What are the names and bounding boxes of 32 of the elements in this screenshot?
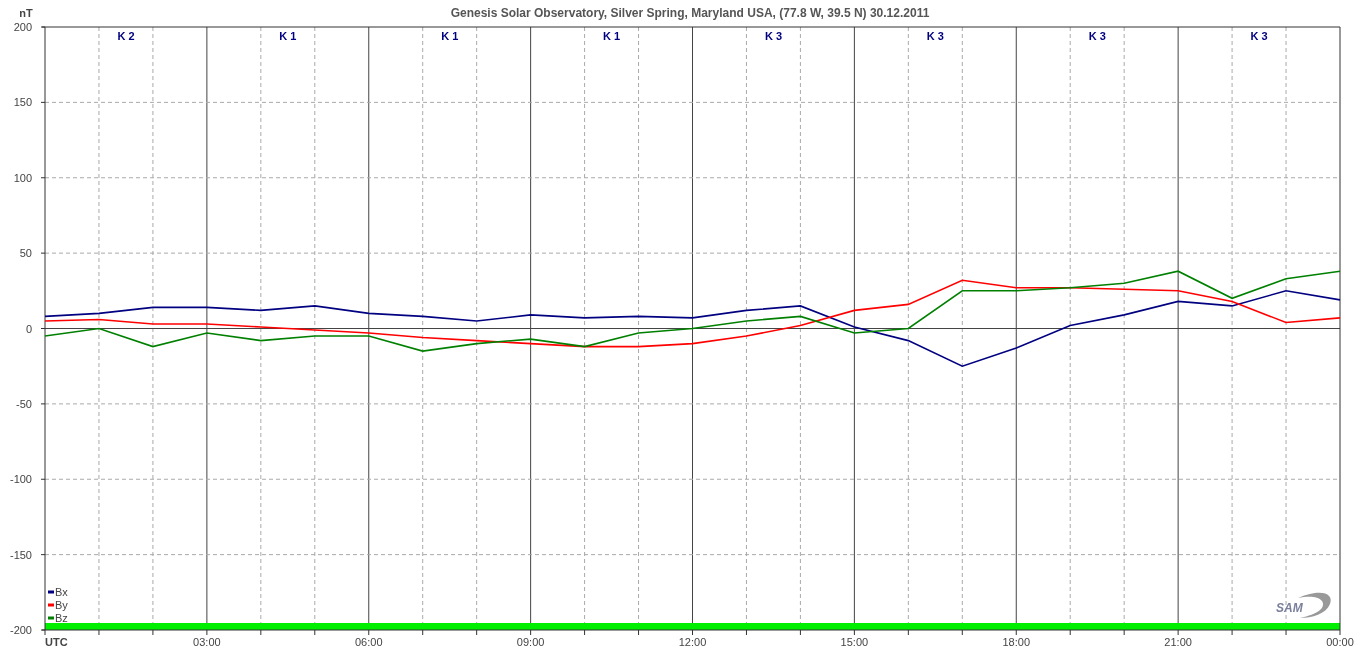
chart-title: Genesis Solar Observatory, Silver Spring, Maryland USA, (77.8 W, 39.5 N) 30.12.2011 <box>450 6 930 20</box>
axis-title: nT <box>19 7 33 19</box>
axis-label: 03:00 <box>193 636 221 648</box>
axis-label: 06:00 <box>355 636 383 648</box>
axis-label: 200 <box>13 21 32 33</box>
axis-label: 50 <box>19 247 32 260</box>
k-index-label: K 3 <box>764 30 782 42</box>
k-index-label: K 1 <box>441 30 459 42</box>
legend-label: Bz <box>55 612 68 624</box>
axis-label: 100 <box>13 171 32 184</box>
k-index-label: K 2 <box>117 30 135 42</box>
axis-label: 09:00 <box>516 636 545 648</box>
axis-label: -50 <box>16 397 32 410</box>
k-index-label: K 1 <box>279 30 297 42</box>
legend-label: Bx <box>55 586 68 598</box>
axis-label: 12:00 <box>678 636 707 648</box>
axis-label: 150 <box>13 96 32 109</box>
legend-label: By <box>55 599 68 611</box>
axis-label: 00:00 <box>1326 636 1354 648</box>
k-index-label: K 3 <box>926 30 944 42</box>
axis-label: 0 <box>25 322 32 335</box>
axis-label: UTC <box>45 636 68 648</box>
k-index-label: K 3 <box>1088 30 1106 42</box>
axis-label: -100 <box>9 473 32 486</box>
axis-label: -150 <box>9 548 32 561</box>
axis-label: 15:00 <box>840 636 869 648</box>
axis-label: 18:00 <box>1002 636 1030 648</box>
k-index-label: K 3 <box>1250 30 1268 42</box>
k-index-label: K 1 <box>603 30 621 42</box>
logo: SAM <box>1276 592 1331 618</box>
axis-label: -200 <box>9 624 32 636</box>
axis-label: 21:00 <box>1164 636 1192 648</box>
